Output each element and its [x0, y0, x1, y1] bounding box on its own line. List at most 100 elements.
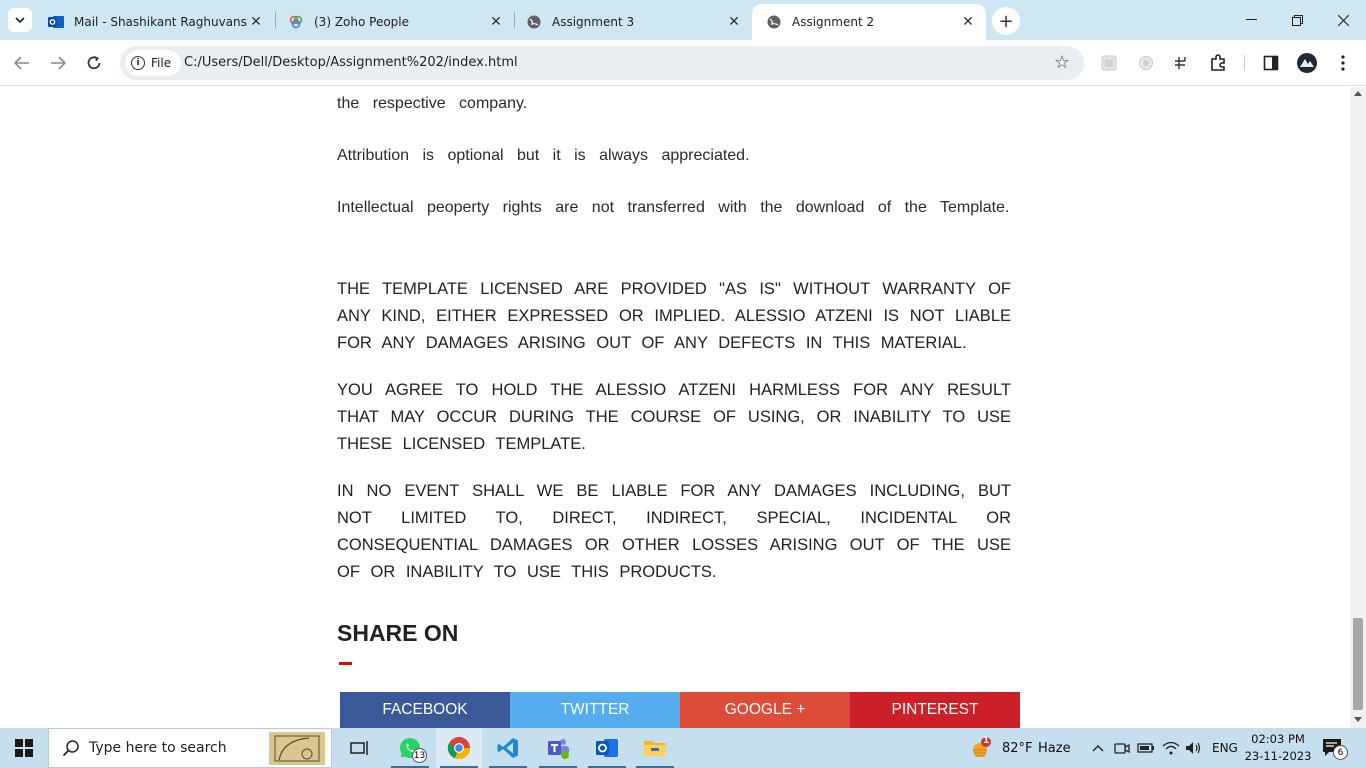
profile-avatar[interactable] — [1296, 52, 1318, 74]
notification-count-badge: 6 — [1333, 745, 1348, 760]
language-indicator[interactable]: ENG — [1212, 728, 1238, 768]
close-icon[interactable]: ✕ — [726, 14, 742, 30]
chevron-up-icon — [1092, 745, 1104, 752]
search-icon — [61, 739, 81, 757]
minimize-button[interactable] — [1228, 0, 1274, 40]
share-buttons: FACEBOOK TWITTER GOOGLE + PINTEREST — [340, 692, 1020, 728]
arrow-left-icon — [14, 56, 29, 70]
menu-kebab-icon[interactable] — [1332, 52, 1354, 74]
warranty-disclaimer: THE TEMPLATE LICENSED ARE PROVIDED "AS I… — [337, 280, 1011, 352]
chrome-icon — [447, 737, 471, 760]
share-twitter-button[interactable]: TWITTER — [510, 692, 680, 728]
close-icon[interactable]: ✕ — [248, 14, 264, 30]
scheme-label: File — [151, 56, 172, 70]
tab-assignment-3[interactable]: Assignment 3 ✕ — [512, 4, 752, 40]
windows-logo-icon — [15, 739, 33, 757]
arrow-right-icon — [51, 56, 66, 70]
outlook-taskbar-button[interactable] — [584, 728, 630, 768]
zoho-icon — [288, 14, 304, 30]
browser-tab-strip: Mail - Shashikant Raghuvanshi ✕ (3) Zoho… — [0, 0, 1366, 40]
license-paragraph: Intellectual peoperty rights are not tra… — [337, 199, 1010, 216]
license-paragraph: the respective company. — [337, 95, 528, 112]
share-pinterest-button[interactable]: PINTEREST — [850, 692, 1020, 728]
clock-time: 02:03 PM — [1251, 732, 1305, 746]
close-window-button[interactable] — [1320, 0, 1366, 40]
forward-button[interactable] — [44, 49, 72, 77]
toolbar-divider — [1244, 55, 1245, 71]
weather-sun-icon — [973, 737, 991, 757]
volume-icon[interactable] — [1182, 728, 1206, 768]
vscode-icon — [497, 738, 518, 758]
outlook-icon — [48, 14, 64, 30]
close-icon[interactable]: ✕ — [960, 14, 976, 30]
tab-title: Mail - Shashikant Raghuvanshi — [74, 15, 248, 29]
reload-button[interactable] — [80, 49, 108, 77]
teams-icon — [548, 739, 569, 759]
page-viewport: the respective company. Attribution is o… — [0, 87, 1366, 728]
hold-harmless-clause: YOU AGREE TO HOLD THE ALESSIO ATZENI HAR… — [337, 381, 1011, 453]
file-explorer-taskbar-button[interactable] — [632, 728, 678, 768]
tab-mail[interactable]: Mail - Shashikant Raghuvanshi ✕ — [34, 4, 274, 40]
windows-taskbar: Type here to search 13 1 82°F Haze ENG 0… — [0, 728, 1366, 768]
teams-taskbar-button[interactable] — [535, 728, 581, 768]
share-heading: SHARE ON — [337, 620, 459, 646]
liability-clause: IN NO EVENT SHALL WE BE LIABLE FOR ANY D… — [337, 482, 1011, 581]
extension-icon[interactable] — [1098, 52, 1120, 74]
restore-button[interactable] — [1274, 0, 1320, 40]
info-icon: i — [131, 56, 145, 70]
address-bar[interactable]: i File C:/Users/Dell/Desktop/Assignment%… — [120, 46, 1084, 80]
task-view-button[interactable] — [337, 728, 383, 768]
taskbar-search-box[interactable]: Type here to search — [48, 728, 332, 768]
chrome-taskbar-button[interactable] — [436, 728, 482, 768]
battery-icon[interactable] — [1134, 728, 1158, 768]
extensions-puzzle-icon[interactable] — [1207, 52, 1229, 74]
tab-search-button[interactable] — [8, 8, 32, 32]
globe-icon — [766, 14, 782, 30]
scrollbar-thumb[interactable] — [1353, 618, 1363, 710]
chevron-down-icon — [15, 17, 25, 23]
system-clock[interactable]: 02:03 PM 23-11-2023 — [1244, 731, 1312, 765]
tab-title: (3) Zoho People — [314, 15, 410, 29]
task-view-icon — [350, 741, 368, 755]
new-tab-button[interactable]: + — [992, 7, 1020, 35]
scroll-down-arrow-icon[interactable] — [1354, 717, 1362, 722]
bookmark-star-icon[interactable]: ☆ — [1054, 52, 1070, 73]
tab-title: Assignment 3 — [552, 15, 635, 29]
outlook-icon — [596, 739, 618, 757]
whatsapp-taskbar-button[interactable]: 13 — [387, 728, 433, 768]
show-hidden-icons-button[interactable] — [1086, 728, 1110, 768]
scroll-up-arrow-icon[interactable] — [1354, 91, 1362, 96]
start-button[interactable] — [0, 728, 48, 768]
back-button[interactable] — [8, 49, 36, 77]
clock-date: 23-11-2023 — [1244, 749, 1312, 763]
vscode-taskbar-button[interactable] — [485, 728, 531, 768]
notification-badge: 13 — [412, 748, 427, 763]
heading-accent-bar — [339, 662, 352, 665]
vertical-scrollbar[interactable] — [1350, 87, 1366, 728]
minimize-icon — [1245, 19, 1257, 20]
license-paragraph: Attribution is optional but it is always… — [337, 147, 750, 164]
search-placeholder: Type here to search — [89, 740, 227, 756]
notification-center-button[interactable]: 6 — [1322, 738, 1348, 760]
restore-icon — [1291, 14, 1303, 26]
browser-toolbar: i File C:/Users/Dell/Desktop/Assignment%… — [0, 40, 1366, 86]
weather-temperature[interactable]: 82°F — [1002, 728, 1033, 768]
close-icon — [1337, 14, 1349, 26]
tab-assignment-2[interactable]: Assignment 2 ✕ — [752, 4, 986, 40]
meet-now-icon[interactable] — [1110, 728, 1134, 768]
weather-condition[interactable]: Haze — [1038, 728, 1071, 768]
wifi-icon[interactable] — [1158, 728, 1184, 768]
tab-groups-icon[interactable] — [1170, 52, 1192, 74]
tab-zoho-people[interactable]: (3) Zoho People ✕ — [274, 4, 514, 40]
extension-icon[interactable] — [1135, 52, 1157, 74]
side-panel-icon[interactable] — [1260, 52, 1282, 74]
reload-icon — [87, 56, 101, 70]
close-icon[interactable]: ✕ — [488, 14, 504, 30]
weather-widget-icon[interactable]: 1 — [962, 728, 1000, 768]
folder-icon — [644, 741, 666, 756]
share-google-plus-button[interactable]: GOOGLE + — [680, 692, 850, 728]
weather-alert-count: 1 — [983, 736, 990, 746]
share-facebook-button[interactable]: FACEBOOK — [340, 692, 510, 728]
site-info-chip[interactable]: i File — [125, 50, 182, 76]
url-text[interactable]: C:/Users/Dell/Desktop/Assignment%202/ind… — [184, 55, 518, 70]
